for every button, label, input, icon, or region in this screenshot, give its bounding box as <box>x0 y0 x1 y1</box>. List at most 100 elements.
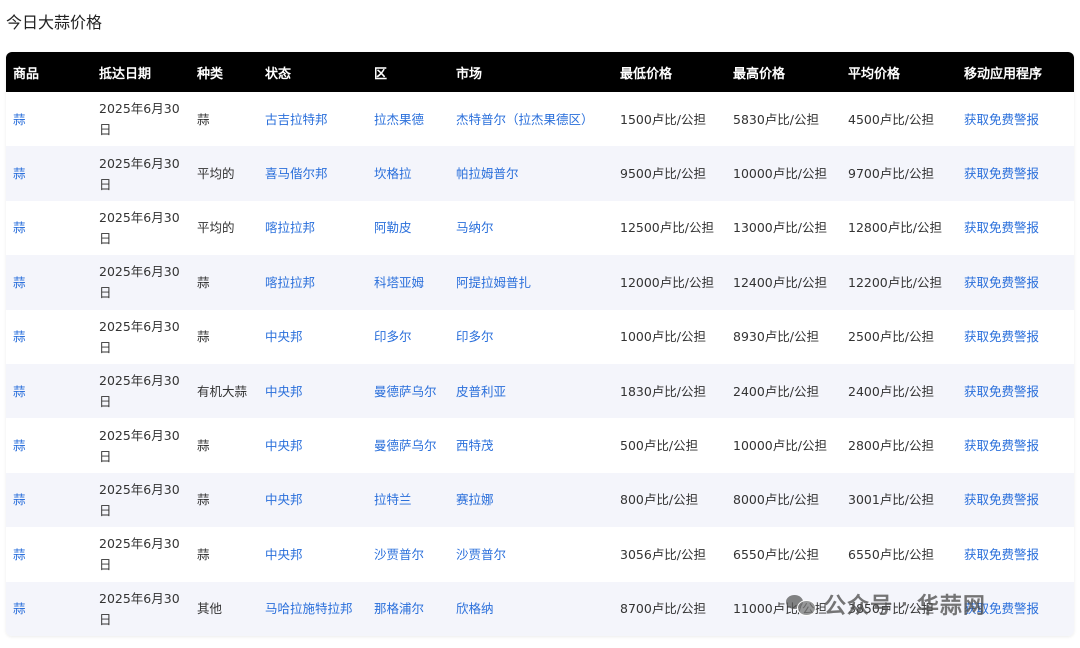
cell-commodity: 蒜 <box>6 92 92 146</box>
cell-variety: 蒜 <box>190 92 258 146</box>
cell-state: 马哈拉施特拉邦 <box>258 582 367 636</box>
cell-state: 中央邦 <box>258 310 367 364</box>
free-alert-link[interactable]: 获取免费警报 <box>964 492 1039 507</box>
cell-commodity: 蒜 <box>6 527 92 581</box>
table-row: 蒜 2025年6月30日 其他 马哈拉施特拉邦 那格浦尔 欣格纳 8700卢比/公担 1100… <box>6 581 1074 636</box>
state-link[interactable]: 中央邦 <box>265 329 303 344</box>
header-avg-price: 平均价格 <box>848 66 901 82</box>
district-link[interactable]: 坎格拉 <box>374 166 412 181</box>
cell-max-price: 10000卢比/公担 <box>726 418 841 472</box>
free-alert-link[interactable]: 获取免费警报 <box>964 438 1039 453</box>
cell-market: 马纳尔 <box>449 201 613 255</box>
market-link[interactable]: 印多尔 <box>456 329 494 344</box>
state-link[interactable]: 马哈拉施特拉邦 <box>265 601 353 616</box>
cell-market: 沙贾普尔 <box>449 527 613 581</box>
market-link[interactable]: 西特茂 <box>456 438 494 453</box>
cell-variety: 蒜 <box>190 418 258 472</box>
cell-min-price: 8700卢比/公担 <box>613 582 726 636</box>
market-link[interactable]: 欣格纳 <box>456 601 494 616</box>
free-alert-link[interactable]: 获取免费警报 <box>964 601 1039 616</box>
arrival-date-text: 2025年6月30日 <box>99 427 180 464</box>
market-link[interactable]: 帕拉姆普尔 <box>456 166 519 181</box>
state-link[interactable]: 中央邦 <box>265 384 303 399</box>
header-arrival-date: 抵达日期 <box>99 66 152 82</box>
min-price-text: 8700卢比/公担 <box>620 601 707 617</box>
state-link[interactable]: 中央邦 <box>265 492 303 507</box>
avg-price-text: 3001卢比/公担 <box>848 492 935 508</box>
district-link[interactable]: 那格浦尔 <box>374 601 424 616</box>
state-link[interactable]: 喀拉拉邦 <box>265 220 315 235</box>
commodity-link[interactable]: 蒜 <box>13 220 26 235</box>
state-link[interactable]: 喀拉拉邦 <box>265 275 315 290</box>
min-price-text: 3056卢比/公担 <box>620 546 707 562</box>
state-link[interactable]: 中央邦 <box>265 438 303 453</box>
free-alert-link[interactable]: 获取免费警报 <box>964 329 1039 344</box>
cell-max-price: 10000卢比/公担 <box>726 146 841 200</box>
district-link[interactable]: 科塔亚姆 <box>374 275 424 290</box>
free-alert-link[interactable]: 获取免费警报 <box>964 166 1039 181</box>
cell-district: 拉特兰 <box>367 473 449 527</box>
cell-alert: 获取免费警报 <box>957 255 1074 309</box>
min-price-text: 12000卢比/公担 <box>620 274 714 290</box>
cell-arrival-date: 2025年6月30日 <box>92 473 190 527</box>
free-alert-link[interactable]: 获取免费警报 <box>964 275 1039 290</box>
district-link[interactable]: 印多尔 <box>374 329 412 344</box>
cell-state: 中央邦 <box>258 418 367 472</box>
district-link[interactable]: 曼德萨乌尔 <box>374 438 437 453</box>
market-link[interactable]: 马纳尔 <box>456 220 494 235</box>
free-alert-link[interactable]: 获取免费警报 <box>964 220 1039 235</box>
cell-avg-price: 12800卢比/公担 <box>841 201 957 255</box>
district-link[interactable]: 阿勒皮 <box>374 220 412 235</box>
commodity-link[interactable]: 蒜 <box>13 547 26 562</box>
district-link[interactable]: 曼德萨乌尔 <box>374 384 437 399</box>
table-row: 蒜 2025年6月30日 蒜 中央邦 曼德萨乌尔 西特茂 500卢比/公担 10000卢比/公… <box>6 418 1074 473</box>
cell-alert: 获取免费警报 <box>957 364 1074 418</box>
market-link[interactable]: 杰特普尔（拉杰果德区） <box>456 112 594 127</box>
min-price-text: 500卢比/公担 <box>620 438 699 454</box>
header-commodity: 商品 <box>13 66 40 82</box>
district-link[interactable]: 沙贾普尔 <box>374 547 424 562</box>
variety-text: 蒜 <box>197 111 210 127</box>
cell-variety: 蒜 <box>190 255 258 309</box>
district-link[interactable]: 拉杰果德 <box>374 112 424 127</box>
district-link[interactable]: 拉特兰 <box>374 492 412 507</box>
free-alert-link[interactable]: 获取免费警报 <box>964 112 1039 127</box>
cell-alert: 获取免费警报 <box>957 527 1074 581</box>
cell-variety: 平均的 <box>190 201 258 255</box>
cell-max-price: 11000卢比/公担 <box>726 582 841 636</box>
cell-district: 曼德萨乌尔 <box>367 364 449 418</box>
variety-text: 蒜 <box>197 274 210 290</box>
free-alert-link[interactable]: 获取免费警报 <box>964 547 1039 562</box>
cell-max-price: 6550卢比/公担 <box>726 527 841 581</box>
commodity-link[interactable]: 蒜 <box>13 601 26 616</box>
state-link[interactable]: 中央邦 <box>265 547 303 562</box>
header-max-price: 最高价格 <box>733 66 786 82</box>
table-row: 蒜 2025年6月30日 蒜 中央邦 拉特兰 赛拉娜 800卢比/公担 8000卢比/公担 30… <box>6 472 1074 528</box>
cell-market: 印多尔 <box>449 310 613 364</box>
cell-avg-price: 9700卢比/公担 <box>841 146 957 200</box>
market-link[interactable]: 沙贾普尔 <box>456 547 506 562</box>
avg-price-text: 2400卢比/公担 <box>848 383 935 399</box>
cell-market: 杰特普尔（拉杰果德区） <box>449 92 613 146</box>
free-alert-link[interactable]: 获取免费警报 <box>964 384 1039 399</box>
commodity-link[interactable]: 蒜 <box>13 384 26 399</box>
cell-state: 喜马偕尔邦 <box>258 146 367 200</box>
state-link[interactable]: 古吉拉特邦 <box>265 112 328 127</box>
commodity-link[interactable]: 蒜 <box>13 492 26 507</box>
commodity-link[interactable]: 蒜 <box>13 166 26 181</box>
commodity-link[interactable]: 蒜 <box>13 275 26 290</box>
commodity-link[interactable]: 蒜 <box>13 438 26 453</box>
state-link[interactable]: 喜马偕尔邦 <box>265 166 328 181</box>
cell-district: 沙贾普尔 <box>367 527 449 581</box>
cell-arrival-date: 2025年6月30日 <box>92 255 190 309</box>
market-link[interactable]: 皮普利亚 <box>456 384 506 399</box>
cell-alert: 获取免费警报 <box>957 473 1074 527</box>
market-link[interactable]: 赛拉娜 <box>456 492 494 507</box>
table-body: 蒜 2025年6月30日蒜古吉拉特邦 拉杰果德 杰特普尔（拉杰果德区） 1500卢比/公… <box>6 92 1074 636</box>
min-price-text: 9500卢比/公担 <box>620 166 707 182</box>
cell-state: 喀拉拉邦 <box>258 201 367 255</box>
commodity-link[interactable]: 蒜 <box>13 329 26 344</box>
cell-arrival-date: 2025年6月30日 <box>92 582 190 636</box>
market-link[interactable]: 阿提拉姆普扎 <box>456 275 531 290</box>
commodity-link[interactable]: 蒜 <box>13 112 26 127</box>
